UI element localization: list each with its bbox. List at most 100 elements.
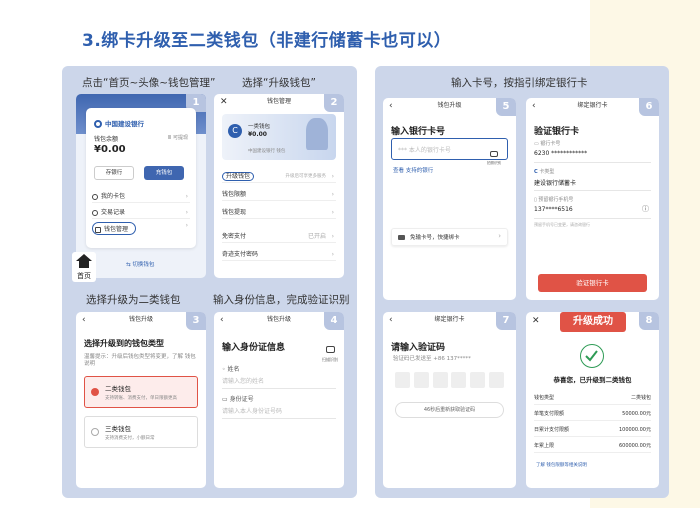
back-icon[interactable]: ‹: [82, 312, 86, 328]
screen-1: 1 中国建设银行 钱包余额 Ⅲ 可提现 ¥0.00 存银行 充钱包 我的卡包 › …: [76, 94, 206, 278]
home-tab[interactable]: 首页: [72, 252, 96, 282]
row-wallet-withdraw[interactable]: 钱包提现 ›: [222, 206, 336, 219]
row-label: 升级钱包: [222, 172, 255, 181]
code-input-boxes[interactable]: [395, 372, 504, 388]
code-box[interactable]: [432, 372, 448, 388]
nav-title: 钱包管理: [266, 98, 291, 105]
quick-bind-row[interactable]: 免输卡号，快捷绑卡 ›: [391, 228, 508, 246]
card-type-value: 建设银行储蓄卡: [534, 180, 577, 187]
field-label: 银行卡号: [540, 141, 561, 147]
back-icon[interactable]: ‹: [389, 98, 393, 114]
id-card-icon: ▭: [222, 396, 230, 403]
close-icon[interactable]: ✕: [220, 94, 228, 110]
bank-name: 中国建设银行: [105, 120, 144, 128]
code-box[interactable]: [488, 372, 504, 388]
checkmark-icon: [585, 350, 598, 362]
name-input[interactable]: 请输入您的姓名: [222, 376, 336, 385]
nav-title: 钱包升级: [437, 102, 462, 109]
option-class2-wallet[interactable]: 二类钱包 支持转账、消费支付，单日限额更高: [84, 376, 198, 408]
back-icon[interactable]: ‹: [220, 312, 224, 328]
divider: [534, 162, 651, 163]
row-label: 免密支付: [222, 233, 247, 240]
nav-bar: ‹ 绑定银行卡: [526, 98, 659, 114]
nav-title: 钱包升级: [266, 316, 291, 323]
code-box[interactable]: [470, 372, 486, 388]
info-row: 单笔支付限额 50000.00元: [534, 408, 651, 421]
card-icon: [92, 193, 98, 200]
screen-3: 3 ‹ 钱包升级 选择升级到的钱包类型 温馨提示：升级后钱包类型将变更，了解 钱包…: [76, 312, 206, 488]
scan-id-button[interactable]: 扫描识别: [322, 338, 338, 363]
step-badge-8: 8: [639, 312, 659, 330]
row-label: 钱包限额: [222, 191, 247, 198]
info-row: 钱包类型 二类钱包: [534, 392, 651, 405]
scan-id-label: 扫描识别: [322, 357, 338, 362]
screen-4: 4 ‹ 钱包升级 输入身份证信息 扫描识别 ◦ 姓名 请输入您的姓名 ▭ 身份证号…: [214, 312, 344, 488]
phone-input[interactable]: 137****6516: [534, 206, 651, 213]
screen-5: 5 ‹ 钱包升级 输入银行卡号 *** 本人的银行卡号 拍照识别 查看 支持的银行…: [383, 98, 516, 300]
chevron-right-icon: ›: [331, 191, 334, 198]
upgrade-success-tag: 升级成功: [560, 312, 626, 332]
nav-bar: ‹ 钱包升级: [383, 98, 516, 114]
portrait-illustration: [306, 118, 328, 150]
option-title: 二类钱包: [105, 385, 131, 393]
code-box[interactable]: [395, 372, 410, 388]
screen-6: 6 ‹ 绑定银行卡 验证银行卡 ▭ 银行卡号 6230 ************ …: [526, 98, 659, 300]
deposit-bank-button[interactable]: 存银行: [94, 166, 134, 180]
chevron-right-icon: ›: [331, 233, 334, 240]
left-panel: 点击“首页~头像~钱包管理” 选择“升级钱包” 选择升级为二类钱包 输入身份信息…: [62, 66, 357, 498]
nav-title: 绑定银行卡: [577, 102, 608, 109]
switch-wallet-link[interactable]: ⇆ 切换钱包: [126, 260, 154, 268]
row-wallet-limit[interactable]: 钱包限额 ›: [222, 188, 336, 201]
code-box[interactable]: [413, 372, 429, 388]
limits-info-link[interactable]: 了解 钱包限额等相关说明: [536, 462, 587, 468]
screen-8: 8 ✕ 升级成功 恭喜您，已升级到二类钱包 钱包类型 二类钱包 单笔支付限额 500…: [526, 312, 659, 488]
ccb-logo-icon: [94, 120, 102, 128]
resend-code-button[interactable]: 46秒后重新获取验证码: [395, 402, 504, 418]
card-number-label: ▭ 银行卡号: [534, 140, 651, 147]
camera-icon: [490, 151, 498, 157]
caption-step-2: 选择“升级钱包”: [242, 77, 316, 89]
code-box[interactable]: [451, 372, 467, 388]
balance-label: 钱包余额: [94, 136, 119, 143]
divider: [534, 190, 651, 191]
back-icon[interactable]: ‹: [389, 312, 393, 328]
screen-7: 7 ‹ 绑定银行卡 请输入验证码 验证码已发送至 +86 137***** 46秒…: [383, 312, 516, 488]
chevron-right-icon: ›: [331, 209, 334, 216]
row-upgrade-wallet[interactable]: 升级钱包 升级后可享更多服务 ›: [222, 170, 336, 183]
home-tab-label: 首页: [77, 272, 91, 280]
row-sub: 升级后可享更多服务: [285, 174, 327, 179]
info-icon[interactable]: ⓘ: [642, 204, 649, 214]
wallet-card: 中国建设银行 钱包余额 Ⅲ 可提现 ¥0.00 存银行 充钱包 我的卡包 › 交易…: [86, 108, 196, 248]
menu-row-records[interactable]: 交易记录 ›: [92, 206, 190, 219]
option-class3-wallet[interactable]: 三类钱包 支持消费支付，小额日常: [84, 416, 198, 448]
screen-heading: 请输入验证码: [391, 343, 446, 353]
option-desc: 支持消费支付，小额日常: [105, 436, 155, 441]
divider: [534, 218, 651, 219]
screen-heading: 选择升级到的钱包类型: [84, 339, 164, 348]
menu-row-label: 交易记录: [101, 209, 126, 216]
info-row: 年累上限 600000.00元: [534, 440, 651, 453]
scan-card-button[interactable]: 拍照识别: [487, 142, 501, 166]
back-icon[interactable]: ‹: [532, 98, 536, 114]
row-password-free[interactable]: 免密支付 已开启 ›: [222, 230, 336, 243]
close-icon[interactable]: ✕: [532, 316, 540, 326]
row-pay-password[interactable]: 奇迹支付密码 ›: [222, 248, 336, 261]
card-number-input[interactable]: *** 本人的银行卡号 拍照识别: [391, 138, 508, 165]
info-key: 年累上限: [534, 443, 555, 449]
nav-bar: ✕ 钱包管理: [214, 94, 344, 110]
menu-row-cardbag[interactable]: 我的卡包 ›: [92, 190, 190, 203]
clock-icon: [92, 209, 98, 216]
supported-banks-link[interactable]: 查看 支持的银行: [393, 166, 433, 174]
menu-row-wallet-management[interactable]: 钱包管理: [92, 222, 136, 235]
topup-wallet-button[interactable]: 充钱包: [144, 166, 184, 180]
verify-card-button[interactable]: 验证银行卡: [538, 274, 647, 292]
chevron-right-icon: ›: [185, 193, 188, 200]
info-value: 二类钱包: [630, 395, 651, 401]
row-label: 钱包提现: [222, 209, 247, 216]
radio-unselected-icon: [91, 428, 99, 436]
nav-bar: ‹ 钱包升级: [76, 312, 206, 328]
id-number-input[interactable]: 请输入本人身份证号码: [222, 406, 336, 415]
screen-heading: 输入身份证信息: [222, 343, 286, 353]
success-check-icon: [580, 344, 604, 368]
wallet-icon: [95, 226, 101, 233]
